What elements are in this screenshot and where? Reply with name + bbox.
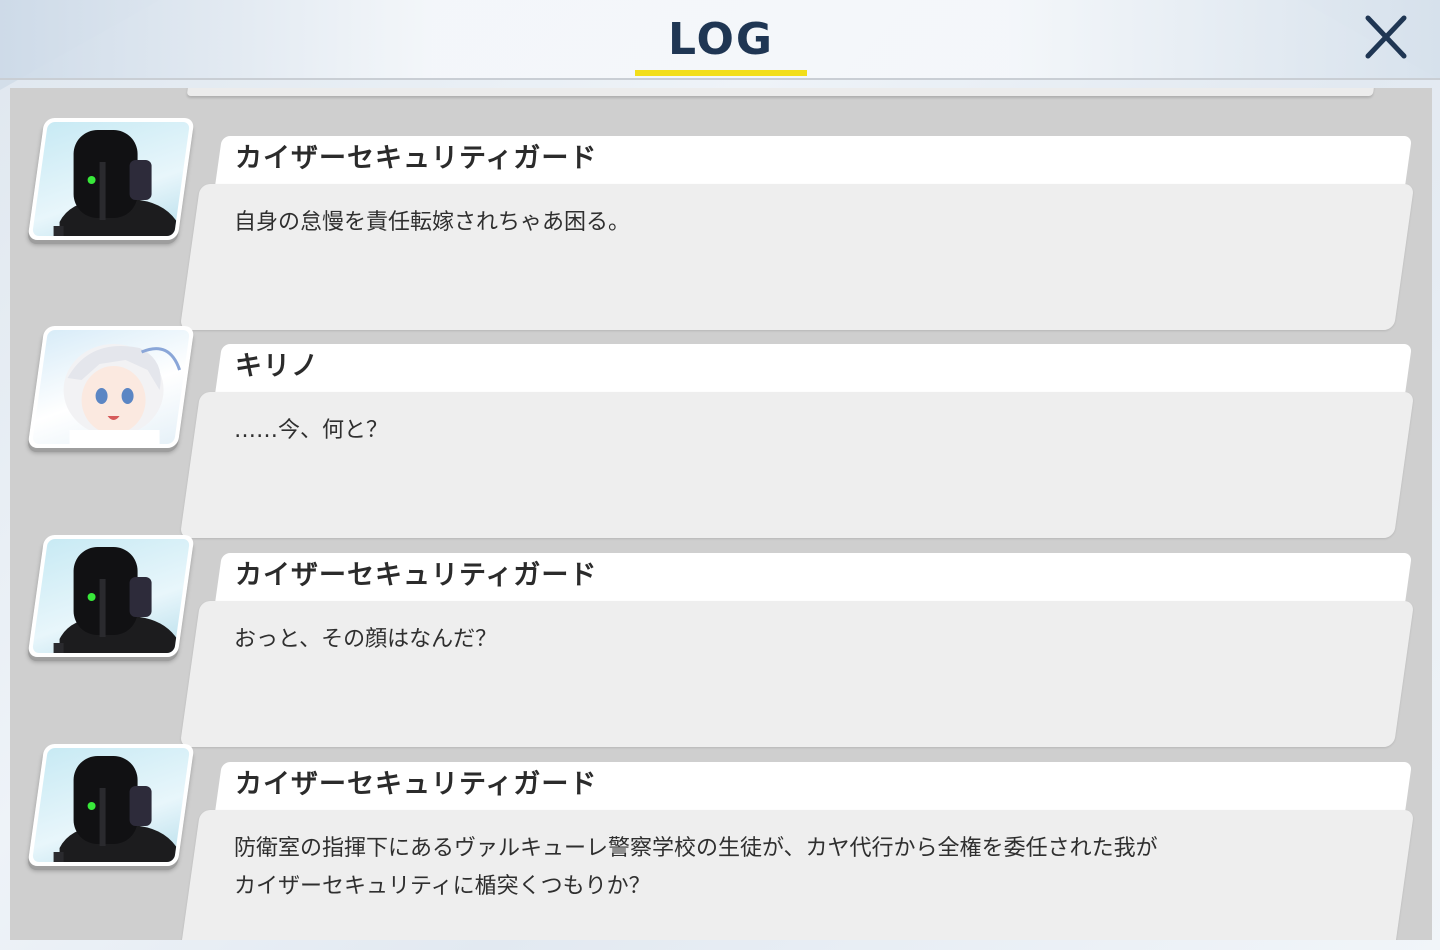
log-entry: カイザーセキュリティガード 自身の怠慢を責任転嫁されちゃあ困る。 [10, 112, 1432, 330]
kirino-avatar [27, 326, 195, 448]
log-list[interactable]: カイザーセキュリティガード 自身の怠慢を責任転嫁されちゃあ困る。 キリノ ……今… [10, 88, 1432, 940]
log-entry: キリノ ……今、何と？ [10, 320, 1432, 538]
robot-guard-avatar [27, 535, 195, 657]
dialogue-text: 自身の怠慢を責任転嫁されちゃあ困る。 [234, 210, 631, 235]
log-entry: カイザーセキュリティガード おっと、その顔はなんだ？ [10, 529, 1432, 747]
log-header: LOG [0, 0, 1440, 80]
speaker-name: キリノ [235, 351, 319, 382]
bubble-tail [198, 818, 214, 850]
bubble-tail [198, 192, 214, 224]
speaker-name: カイザーセキュリティガード [235, 143, 598, 174]
robot-guard-avatar [27, 118, 195, 240]
close-button[interactable] [1360, 12, 1412, 64]
bubble-tail [198, 400, 214, 432]
dialogue-text: ……今、何と？ [234, 418, 389, 443]
dialogue-text: 防衛室の指揮下にあるヴァルキューレ警察学校の生徒が、カヤ代行から全権を委任された… [234, 836, 1158, 899]
dialogue-text: おっと、その顔はなんだ？ [234, 627, 498, 652]
robot-guard-avatar [27, 744, 195, 866]
log-title: LOG [668, 14, 774, 65]
speaker-name: カイザーセキュリティガード [235, 560, 598, 591]
bubble-tail [198, 609, 214, 641]
previous-entry-edge [186, 88, 1376, 96]
speaker-name: カイザーセキュリティガード [235, 769, 598, 800]
title-underline [635, 70, 807, 76]
close-x-icon [1365, 15, 1407, 59]
log-entry: カイザーセキュリティガード 防衛室の指揮下にあるヴァルキューレ警察学校の生徒が、… [10, 738, 1432, 940]
